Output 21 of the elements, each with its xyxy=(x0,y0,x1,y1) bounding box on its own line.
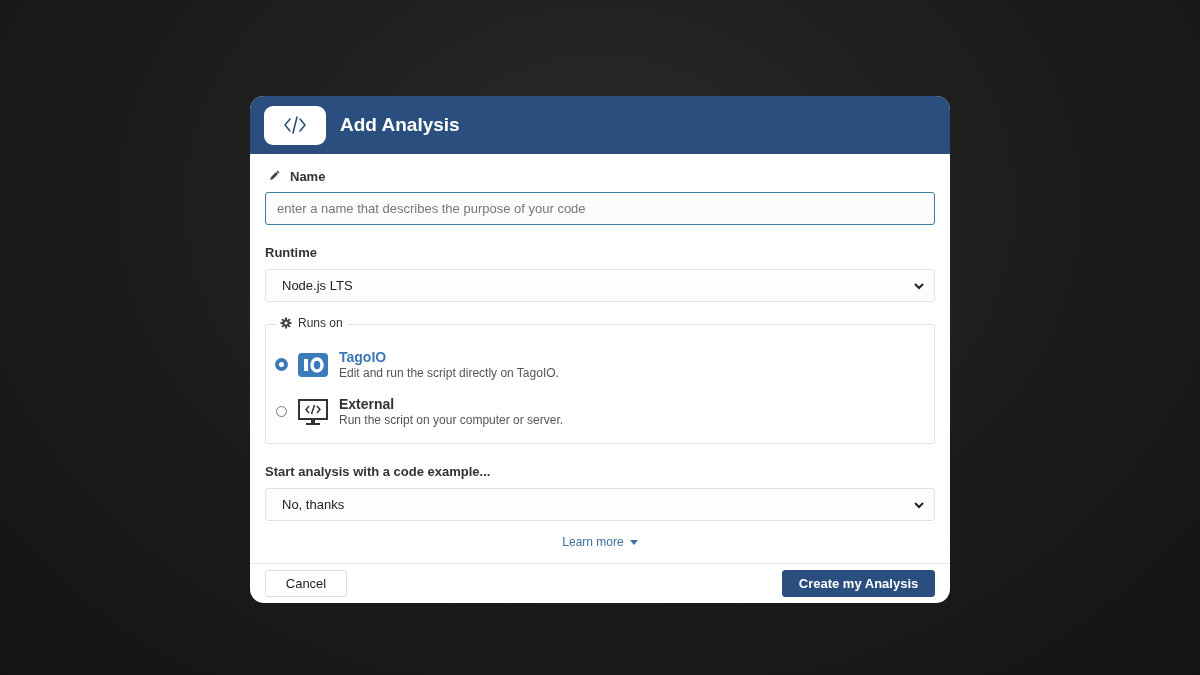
badge-icon xyxy=(298,352,328,377)
runtime-select[interactable]: Node.js LTS xyxy=(265,269,935,302)
caret-icon xyxy=(629,539,638,545)
field-label: Start analysis with a code example... xyxy=(265,464,492,481)
create-button[interactable]: Create my Analysis xyxy=(782,570,935,597)
cancel-button[interactable]: Cancel xyxy=(265,570,347,597)
field-label: Runtime xyxy=(265,245,318,262)
radio-button[interactable] xyxy=(276,359,287,370)
learn-more-link[interactable]: Learn more xyxy=(562,535,638,549)
code-icon xyxy=(283,114,307,136)
option-description: Edit and run the script directly on TagoIO. xyxy=(339,366,559,380)
dialog-title: Add Analysis xyxy=(340,114,460,136)
name-input-field[interactable]: enter a name that describes the purpose of your code xyxy=(265,192,935,225)
option-description: Run the script on your computer or server. xyxy=(339,413,564,427)
code-example-select[interactable]: No, thanks xyxy=(265,488,935,521)
option-title: TagoIO xyxy=(339,349,388,365)
pencil-icon xyxy=(268,170,280,182)
field-label: Name xyxy=(290,168,326,184)
group-legend: Runs on xyxy=(298,316,343,330)
option-title: External xyxy=(339,396,396,412)
monitor-icon xyxy=(298,398,328,425)
